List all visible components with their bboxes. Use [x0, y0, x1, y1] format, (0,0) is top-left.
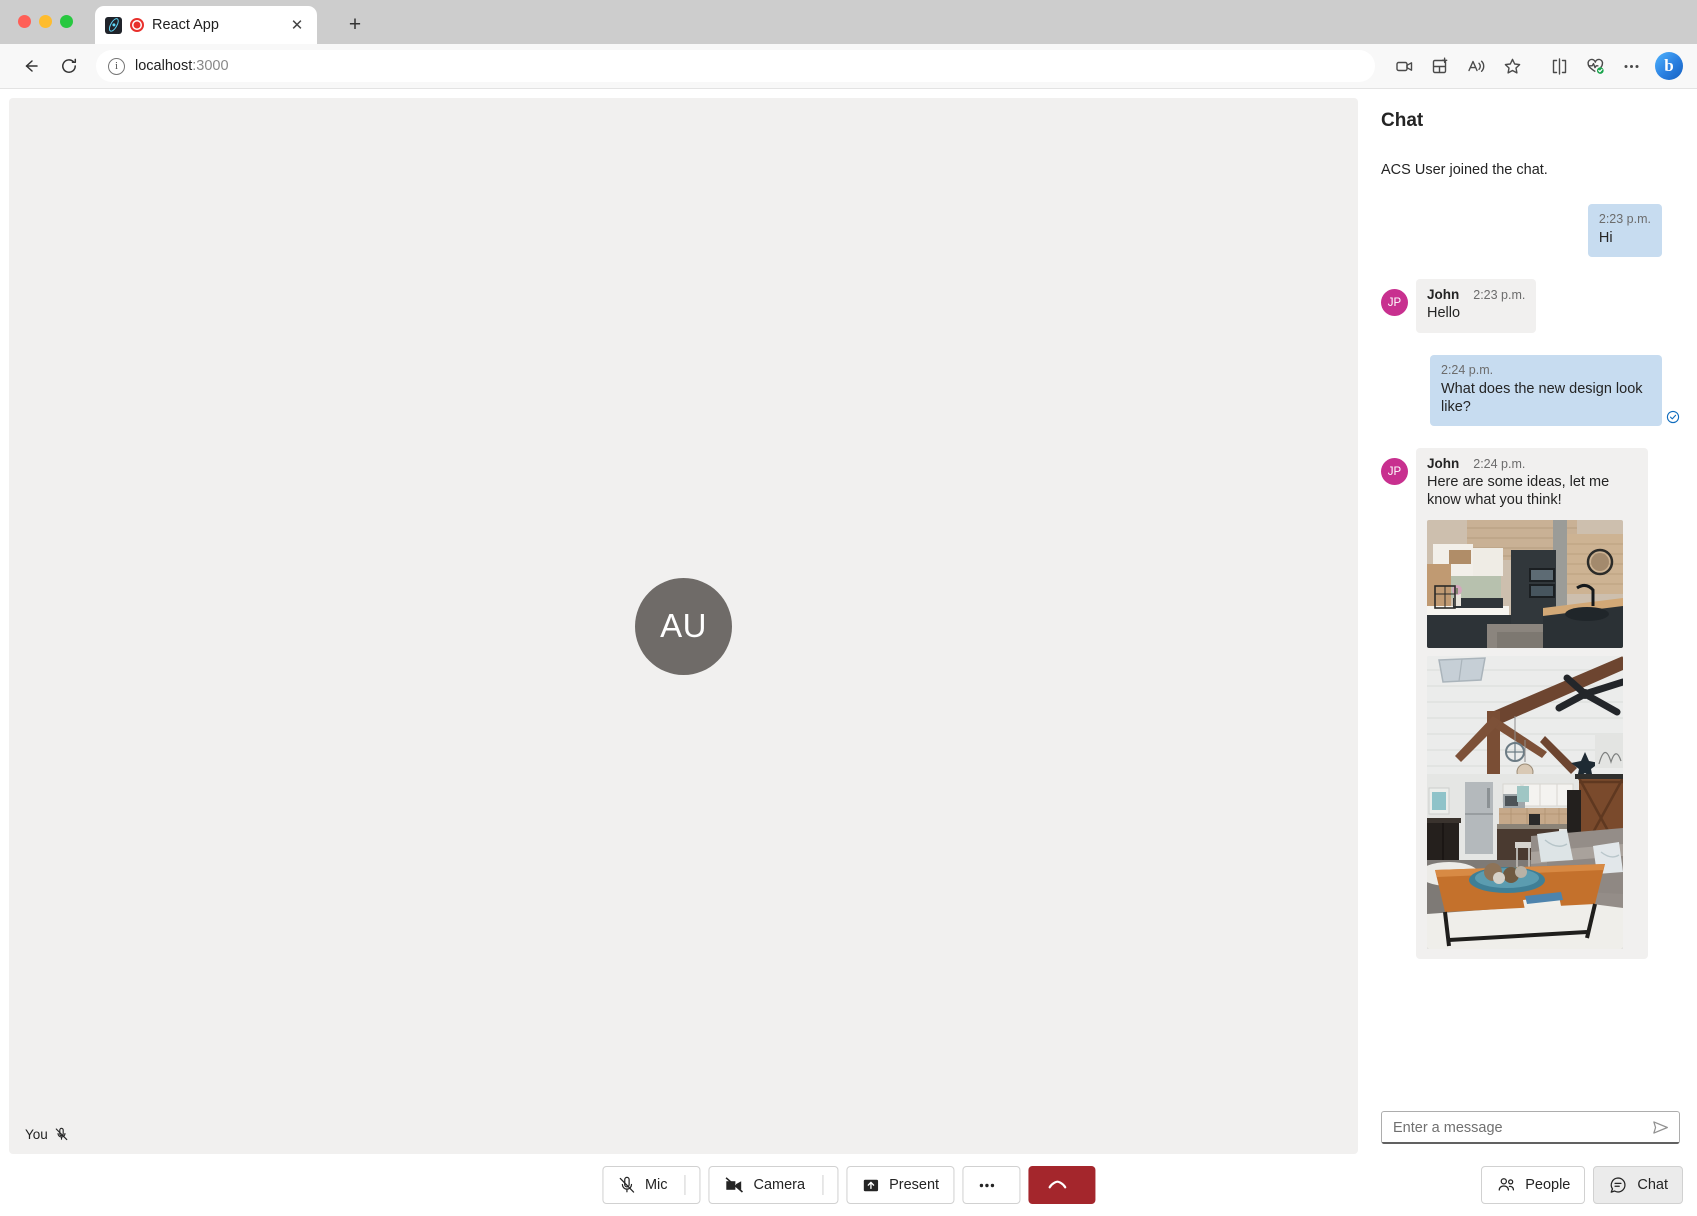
- message-text: What does the new design look like?: [1441, 380, 1651, 417]
- people-icon: [1496, 1175, 1516, 1195]
- message-sender: John: [1427, 456, 1459, 471]
- video-stage: AU You: [9, 98, 1358, 1154]
- chat-message-outgoing: 2:24 p.m. What does the new design look …: [1381, 355, 1680, 427]
- message-timestamp: 2:23 p.m.: [1599, 212, 1651, 226]
- camera-button[interactable]: Camera: [709, 1166, 839, 1204]
- avatar: JP: [1381, 289, 1408, 316]
- chat-message-incoming: JP John 2:23 p.m. Hello: [1381, 279, 1680, 332]
- close-icon[interactable]: ✕: [287, 15, 307, 35]
- modern-kitchen-photo[interactable]: [1427, 520, 1623, 648]
- message-text: Here are some ideas, let me know what yo…: [1427, 473, 1637, 510]
- browser-titlebar: React App ✕ +: [0, 0, 1697, 44]
- add-apps-icon[interactable]: [1423, 49, 1457, 83]
- chat-panel: Chat ACS User joined the chat. 2:23 p.m.…: [1367, 98, 1688, 1154]
- mic-button-label: Mic: [645, 1177, 668, 1193]
- camera-split-divider: [822, 1175, 823, 1195]
- chat-message-outgoing: 2:23 p.m. Hi: [1381, 204, 1680, 257]
- message-text: Hello: [1427, 304, 1525, 322]
- mic-off-icon: [54, 1127, 69, 1142]
- end-call-button[interactable]: [1028, 1166, 1095, 1204]
- more-call-options-button[interactable]: [962, 1166, 1020, 1204]
- browser-tab[interactable]: React App ✕: [95, 6, 317, 44]
- present-button[interactable]: Present: [846, 1166, 954, 1204]
- calling-app: AU You Chat A: [0, 89, 1697, 1216]
- address-bar[interactable]: i localhost:3000: [96, 50, 1375, 82]
- arrow-left-icon[interactable]: [14, 49, 48, 83]
- message-sender: John: [1427, 287, 1459, 302]
- minimize-window-button[interactable]: [39, 15, 52, 28]
- message-attachments: [1427, 520, 1637, 949]
- window-traffic-lights: [18, 15, 73, 28]
- mic-split-divider: [685, 1175, 686, 1195]
- chat-message-thread[interactable]: ACS User joined the chat. 2:23 p.m. Hi J…: [1367, 132, 1688, 1101]
- present-button-label: Present: [889, 1177, 939, 1193]
- message-meta: John 2:23 p.m.: [1427, 287, 1525, 302]
- app-main-area: AU You Chat A: [0, 89, 1697, 1154]
- message-bubble[interactable]: John 2:23 p.m. Hello: [1416, 279, 1536, 332]
- browser-toolbar: i localhost:3000: [0, 44, 1697, 89]
- chat-button-label: Chat: [1637, 1177, 1668, 1193]
- url-host: localhost: [135, 58, 192, 74]
- message-timestamp: 2:24 p.m.: [1473, 457, 1525, 471]
- split-screen-icon[interactable]: [1542, 49, 1576, 83]
- browser-window: React App ✕ + i localhost:3000: [0, 0, 1697, 1216]
- chat-bubble-icon: [1608, 1175, 1628, 1195]
- message-input[interactable]: [1393, 1120, 1643, 1136]
- tab-title: React App: [152, 17, 279, 33]
- chat-button[interactable]: Chat: [1593, 1166, 1683, 1204]
- secondary-call-controls: People Chat: [1481, 1166, 1683, 1204]
- camera-off-icon: [724, 1175, 745, 1196]
- message-timestamp: 2:23 p.m.: [1473, 288, 1525, 302]
- react-logo-icon: [105, 17, 122, 34]
- toolbar-icon-group: b: [1387, 49, 1683, 83]
- primary-call-controls: Mic Camera: [602, 1166, 1095, 1204]
- close-window-button[interactable]: [18, 15, 31, 28]
- send-icon[interactable]: [1649, 1117, 1671, 1139]
- people-button-label: People: [1525, 1177, 1570, 1193]
- message-meta: John 2:24 p.m.: [1427, 456, 1637, 471]
- people-button[interactable]: People: [1481, 1166, 1585, 1204]
- info-circle-icon[interactable]: i: [108, 58, 125, 75]
- record-dot-icon: [130, 18, 144, 32]
- copilot-button[interactable]: b: [1655, 52, 1683, 80]
- message-bubble[interactable]: John 2:24 p.m. Here are some ideas, let …: [1416, 448, 1648, 959]
- system-message: ACS User joined the chat.: [1381, 162, 1680, 182]
- self-label-text: You: [25, 1127, 48, 1142]
- message-bubble[interactable]: 2:24 p.m. What does the new design look …: [1430, 355, 1662, 427]
- message-bubble[interactable]: 2:23 p.m. Hi: [1588, 204, 1662, 257]
- chat-panel-title: Chat: [1367, 98, 1688, 132]
- vaulted-ceiling-living-room-photo[interactable]: [1427, 656, 1623, 949]
- local-participant-label: You: [25, 1127, 69, 1142]
- end-call-icon: [1046, 1174, 1068, 1196]
- maximize-window-button[interactable]: [60, 15, 73, 28]
- chat-message-incoming: JP John 2:24 p.m. Here are some ideas, l…: [1381, 448, 1680, 959]
- remote-participant-avatar: AU: [635, 578, 732, 675]
- browser-essentials-icon[interactable]: [1578, 49, 1612, 83]
- url-text: localhost:3000: [135, 58, 229, 74]
- message-text: Hi: [1599, 229, 1651, 247]
- more-horizontal-icon: [976, 1175, 997, 1196]
- avatar: JP: [1381, 458, 1408, 485]
- read-aloud-icon[interactable]: [1459, 49, 1493, 83]
- chat-composer[interactable]: [1381, 1111, 1680, 1144]
- mic-button[interactable]: Mic: [602, 1166, 701, 1204]
- share-screen-icon: [861, 1176, 880, 1195]
- reload-icon[interactable]: [52, 49, 86, 83]
- camera-button-label: Camera: [754, 1177, 806, 1193]
- message-timestamp: 2:24 p.m.: [1441, 363, 1651, 377]
- more-options-icon[interactable]: [1614, 49, 1648, 83]
- chat-composer-area: [1367, 1101, 1688, 1154]
- call-control-bar: Mic Camera: [0, 1154, 1697, 1216]
- message-read-icon: [1666, 410, 1680, 424]
- favorite-star-icon[interactable]: [1495, 49, 1529, 83]
- mic-off-icon: [617, 1176, 636, 1195]
- video-camera-icon[interactable]: [1387, 49, 1421, 83]
- url-port: :3000: [192, 58, 228, 74]
- new-tab-button[interactable]: +: [342, 11, 368, 37]
